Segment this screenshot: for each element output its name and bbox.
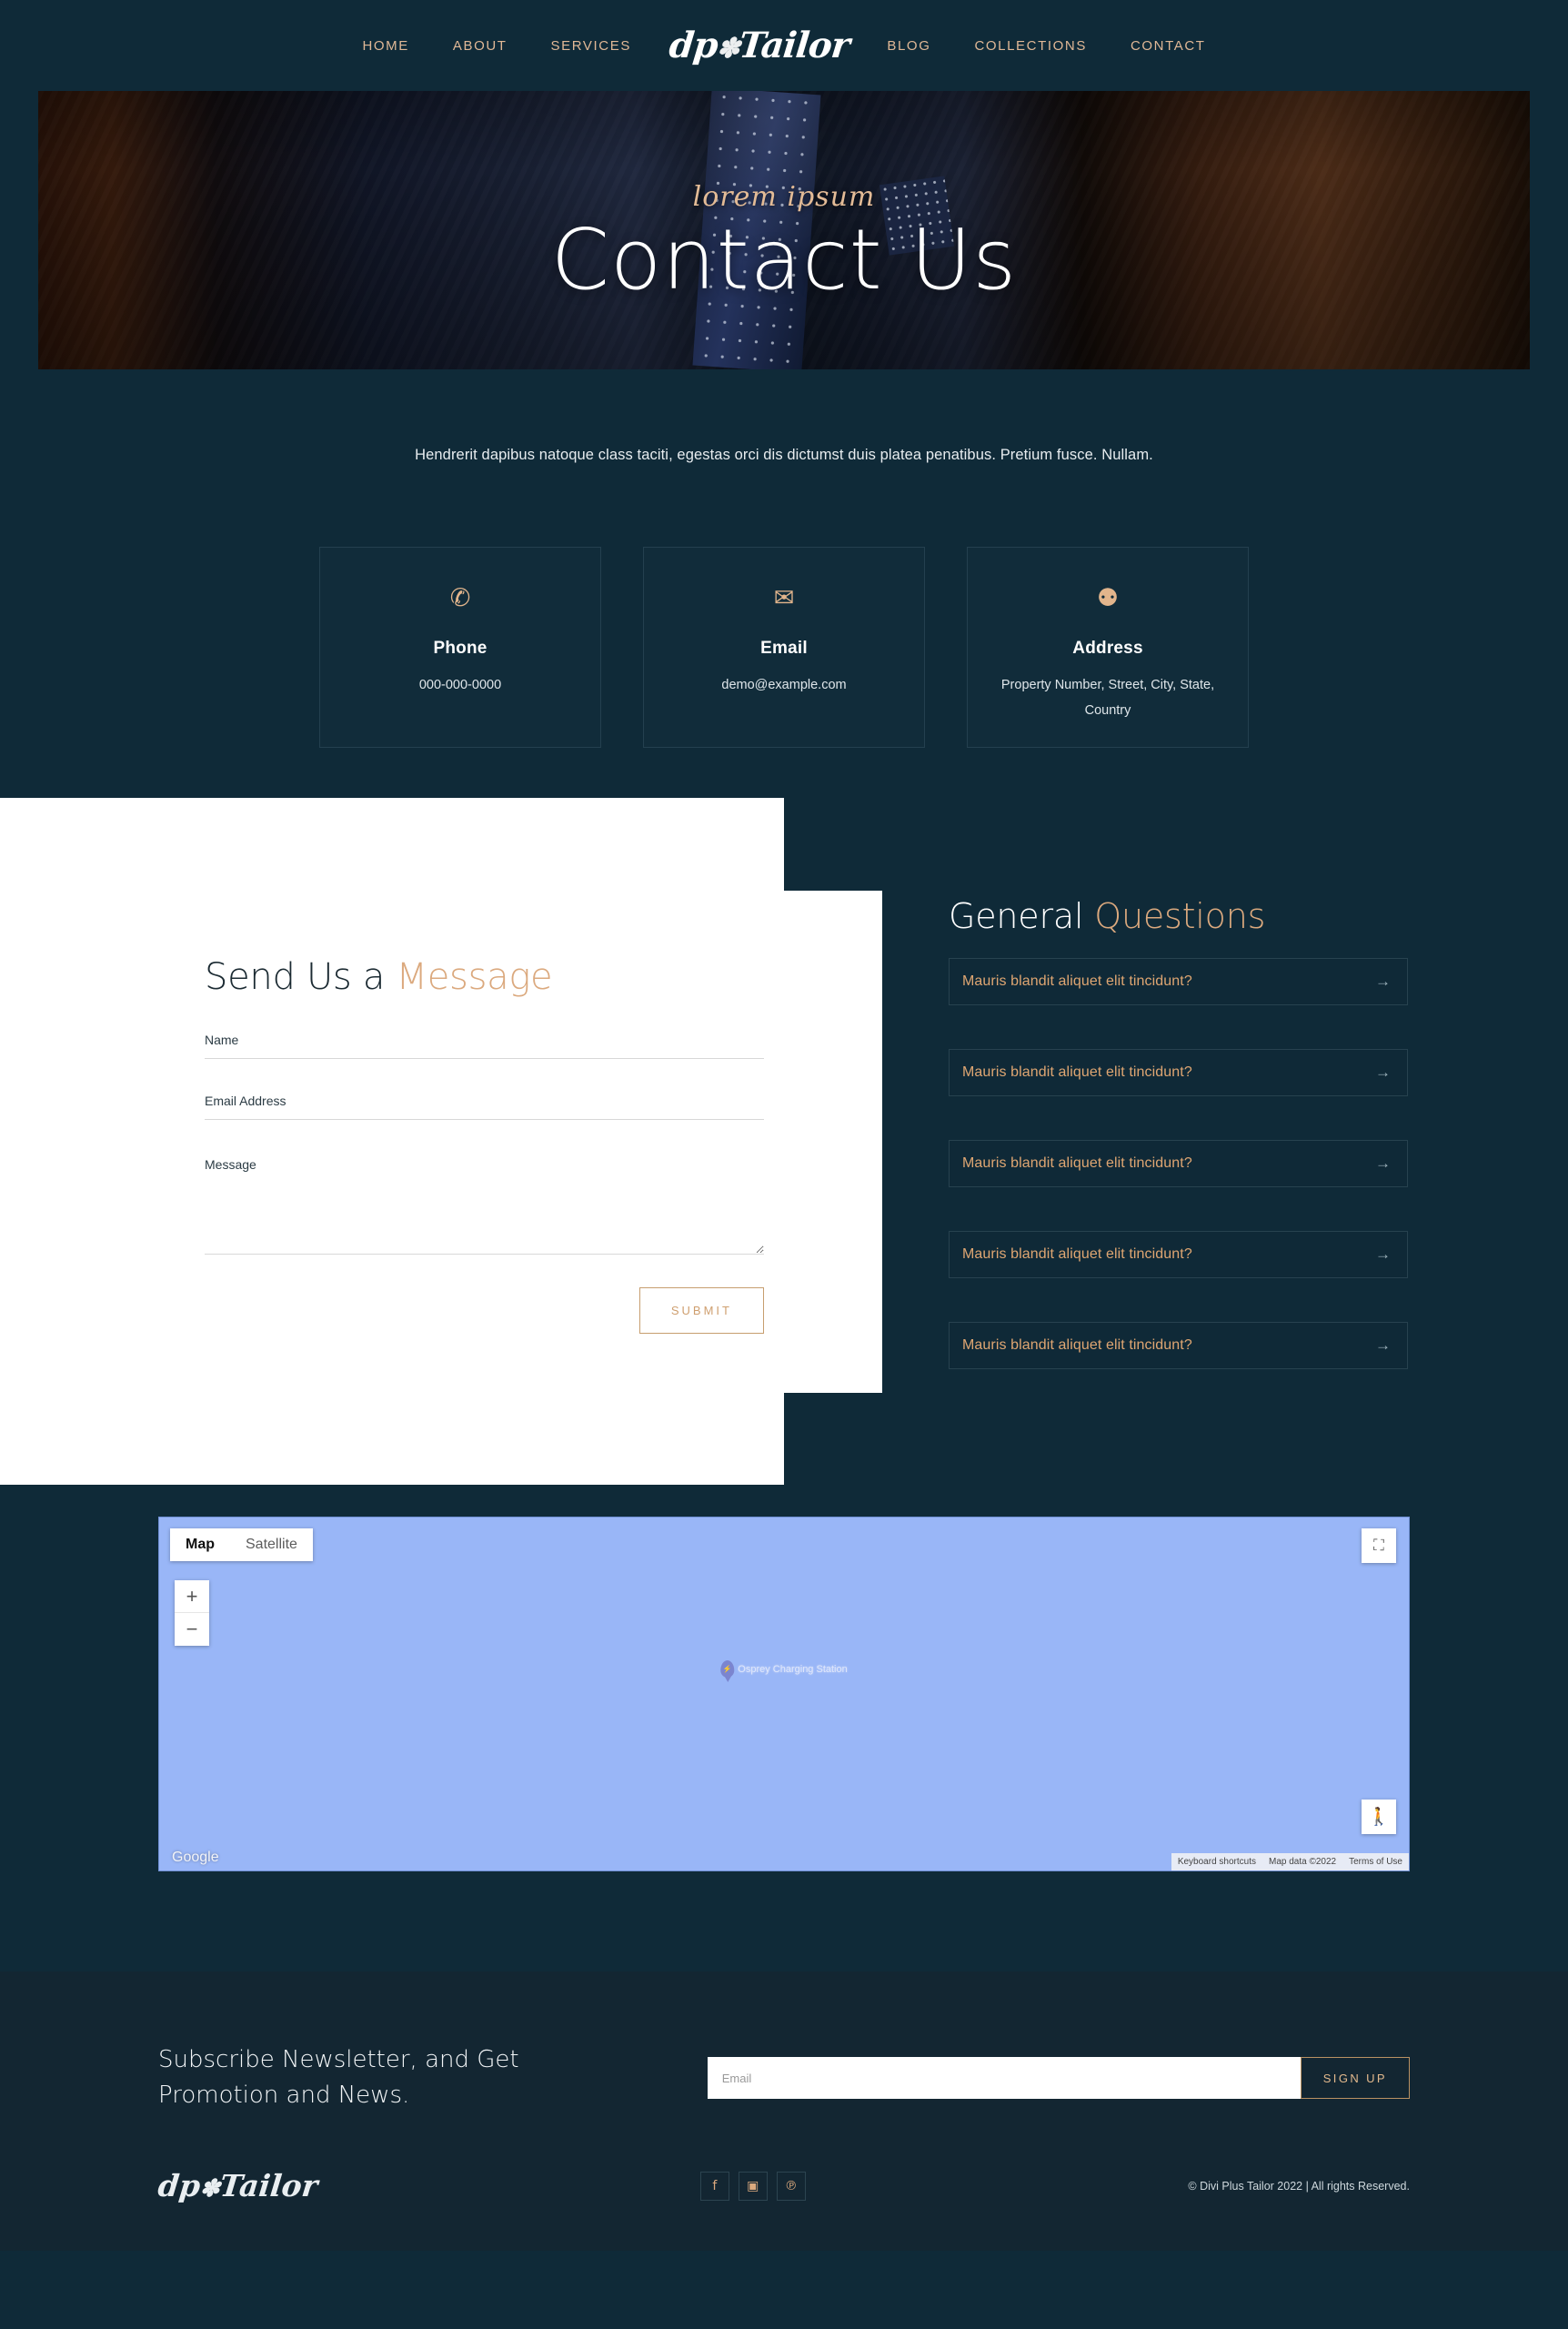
arrow-right-icon: → [1375,1154,1391,1172]
signup-button[interactable]: SIGN UP [1300,2057,1410,2100]
nav-item-collections[interactable]: COLLECTIONS [952,38,1108,54]
message-field-wrapper [205,1154,764,1255]
faq-question: Mauris blandit aliquet elit tincidunt? [962,1064,1192,1080]
map-attribution-bar: Keyboard shortcuts Map data ©2022 Terms … [1171,1853,1409,1871]
map-marker-label: Osprey Charging Station [738,1663,848,1675]
form-heading-accent: Message [396,956,553,999]
nav-item-about[interactable]: ABOUT [431,38,529,54]
faq-question: Mauris blandit aliquet elit tincidunt? [962,1246,1192,1262]
hero-subtitle: lorem ipsum [692,180,876,213]
contact-card-title: Phone [433,639,487,658]
newsletter-section: Subscribe Newsletter, and Get Promotion … [158,2042,1410,2113]
arrow-right-icon: → [1375,1064,1391,1081]
contact-card-title: Address [1072,639,1143,658]
site-logo-text: dp✽Tailor [667,24,851,66]
faq-item[interactable]: Mauris blandit aliquet elit tincidunt? → [949,1231,1408,1278]
contact-card-value: 000-000-0000 [418,678,502,692]
faq-heading: General Questions [949,896,1408,936]
map-zoom-controls: + − [175,1580,209,1647]
footer-bottom-bar: dp✽Tailor f ▣ ℗ © Divi Plus Tailor 2022 … [156,2168,1410,2251]
email-input[interactable] [205,1094,764,1121]
nav-item-blog[interactable]: BLOG [865,38,952,54]
map-pin-icon: ⚡ [720,1660,735,1679]
faq-item[interactable]: Mauris blandit aliquet elit tincidunt? → [949,1140,1408,1187]
footer-logo[interactable]: dp✽Tailor [156,2168,319,2203]
name-field-wrapper [205,1033,764,1060]
main-navigation: HOME ABOUT SERVICES dp✽Tailor BLOG COLLE… [0,0,1568,91]
faq-heading-plain: General [949,896,1095,936]
page-title: Contact Us [550,210,1018,308]
contact-card-title: Email [760,639,808,658]
map-marker[interactable]: ⚡ Osprey Charging Station [720,1660,848,1679]
social-links: f ▣ ℗ [699,2171,806,2201]
contact-card-email: ✉ Email demo@example.com [643,547,925,749]
google-map[interactable]: Map Satellite + − ⛶ 🚶 ⚡ Osprey Charging … [158,1517,1410,1872]
intro-paragraph: Hendrerit dapibus natoque class taciti, … [415,447,1153,463]
zoom-in-button[interactable]: + [175,1580,209,1614]
faq-item[interactable]: Mauris blandit aliquet elit tincidunt? → [949,958,1408,1005]
contact-cards: ✆ Phone 000-000-0000 ✉ Email demo@exampl… [0,547,1568,749]
nav-item-contact[interactable]: CONTACT [1109,38,1228,54]
email-field-wrapper [205,1094,764,1121]
map-type-switcher: Map Satellite [170,1528,313,1562]
newsletter-email-input[interactable] [707,2057,1301,2100]
map-type-map[interactable]: Map [170,1528,230,1562]
arrow-right-icon: → [1375,1336,1391,1354]
facebook-icon[interactable]: f [699,2171,729,2201]
terms-of-use-link[interactable]: Terms of Use [1342,1853,1409,1870]
contact-card-address: ⚉ Address Property Number, Street, City,… [967,547,1249,749]
message-textarea[interactable] [205,1154,764,1255]
faq-question: Mauris blandit aliquet elit tincidunt? [962,1337,1192,1353]
zoom-out-button[interactable]: − [175,1613,209,1647]
copyright-text: © Divi Plus Tailor 2022 | All rights Res… [1188,2179,1410,2193]
faq-item[interactable]: Mauris blandit aliquet elit tincidunt? → [949,1049,1408,1096]
faq-heading-accent: Questions [1094,896,1266,936]
arrow-right-icon: → [1375,1245,1391,1263]
map-type-satellite[interactable]: Satellite [230,1528,313,1562]
message-form-card: Send Us a Message SUBMIT [0,891,882,1394]
faq-question: Mauris blandit aliquet elit tincidunt? [962,1155,1192,1171]
faq-question: Mauris blandit aliquet elit tincidunt? [962,973,1192,989]
submit-button[interactable]: SUBMIT [638,1287,764,1335]
hero-banner: lorem ipsum Contact Us [38,91,1530,369]
contact-card-value: demo@example.com [721,678,847,692]
nav-item-home[interactable]: HOME [340,38,430,54]
form-heading: Send Us a Message [205,956,764,998]
contact-card-phone: ✆ Phone 000-000-0000 [319,547,601,749]
site-footer: Subscribe Newsletter, and Get Promotion … [0,1971,1568,2252]
keyboard-shortcuts-link[interactable]: Keyboard shortcuts [1171,1853,1262,1870]
fullscreen-icon[interactable]: ⛶ [1362,1528,1396,1564]
form-heading-plain: Send Us a [205,956,397,999]
pinterest-icon[interactable]: ℗ [776,2171,806,2201]
faq-item[interactable]: Mauris blandit aliquet elit tincidunt? → [949,1322,1408,1369]
nav-item-services[interactable]: SERVICES [529,38,653,54]
pegman-icon[interactable]: 🚶 [1362,1800,1396,1835]
email-icon: ✉ [773,583,795,611]
map-data-text: Map data ©2022 [1269,1857,1337,1868]
phone-icon: ✆ [449,583,471,611]
newsletter-form: SIGN UP [707,2057,1410,2100]
instagram-icon[interactable]: ▣ [738,2171,768,2201]
google-logo: Google [172,1850,219,1866]
site-logo[interactable]: dp✽Tailor [653,24,865,66]
name-input[interactable] [205,1033,764,1060]
map-pin-icon: ⚉ [1096,583,1120,611]
arrow-right-icon: → [1375,973,1391,990]
faq-section: General Questions Mauris blandit aliquet… [949,896,1408,1413]
newsletter-heading: Subscribe Newsletter, and Get Promotion … [158,2046,519,2110]
contact-card-value: Property Number, Street, City, State, Co… [1000,678,1215,718]
